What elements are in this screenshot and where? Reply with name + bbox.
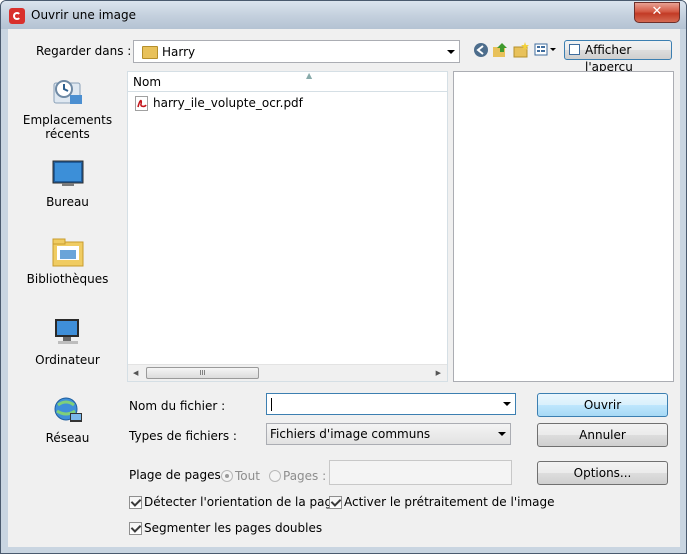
preprocess-checkbox[interactable]	[329, 496, 342, 509]
scroll-left-icon[interactable]: ◀	[133, 369, 138, 377]
radio-pages[interactable]	[269, 470, 281, 482]
title-bar[interactable]: Ouvrir une image ✕	[1, 1, 686, 29]
dialog-body: Regarder dans : Harry Afficher l'aperçu	[8, 29, 680, 547]
lookin-combo[interactable]: Harry	[133, 40, 460, 63]
radio-pages-label: Pages :	[283, 469, 327, 483]
lookin-label: Regarder dans :	[36, 44, 132, 58]
app-icon	[9, 8, 25, 24]
folder-icon	[142, 46, 158, 59]
places-bar: Emplacements récents Bureau Bibliothèque…	[8, 69, 127, 489]
open-image-dialog: Ouvrir une image ✕ Regarder dans : Harry…	[0, 0, 687, 554]
options-button-label: Options...	[573, 466, 632, 480]
cancel-button[interactable]: Annuler	[537, 423, 668, 447]
recent-places-icon	[52, 77, 84, 109]
orientation-checkbox[interactable]	[129, 496, 142, 509]
scroll-grip: III	[199, 369, 206, 377]
place-libraries[interactable]: Bibliothèques	[8, 236, 127, 286]
column-header-name[interactable]: Nom ▲	[128, 71, 447, 92]
cancel-button-label: Annuler	[579, 428, 626, 442]
preview-pane-icon	[569, 44, 580, 55]
place-label: Bibliothèques	[26, 272, 109, 286]
place-label: Ordinateur	[35, 353, 100, 367]
chevron-down-icon[interactable]	[498, 432, 506, 436]
network-icon	[52, 395, 84, 427]
chevron-down-icon[interactable]	[503, 402, 511, 406]
pagerange-label: Plage de pages :	[129, 468, 229, 482]
lookin-value: Harry	[162, 45, 196, 59]
place-label: Bureau	[46, 195, 89, 209]
pages-input[interactable]	[329, 460, 512, 485]
new-folder-icon[interactable]	[513, 42, 529, 58]
desktop-icon	[52, 159, 84, 191]
window-title: Ouvrir une image	[31, 8, 136, 22]
text-caret	[271, 398, 272, 411]
close-button[interactable]: ✕	[634, 2, 680, 23]
place-label: Emplacements	[22, 113, 113, 127]
scroll-right-icon[interactable]: ▶	[436, 369, 441, 377]
split-pages-checkbox[interactable]	[129, 522, 142, 535]
preprocess-label: Activer le prétraitement de l'image	[344, 495, 555, 509]
show-preview-button[interactable]: Afficher l'aperçu	[564, 40, 672, 74]
filetype-select[interactable]: Fichiers d'image communs	[266, 423, 511, 445]
filename-combo[interactable]	[266, 393, 516, 415]
place-network[interactable]: Réseau	[8, 395, 127, 445]
place-label: Réseau	[45, 431, 90, 445]
horizontal-scrollbar[interactable]: ◀ III ▶	[128, 364, 447, 381]
place-computer[interactable]: Ordinateur	[8, 317, 127, 367]
place-label: récents	[45, 127, 90, 141]
place-recent[interactable]: Emplacements récents	[8, 77, 127, 141]
up-folder-icon[interactable]	[492, 42, 508, 58]
orientation-label: Détecter l'orientation de la page	[144, 495, 340, 509]
pdf-icon	[135, 96, 148, 111]
split-pages-label: Segmenter les pages doubles	[144, 521, 323, 535]
filetype-label: Types de fichiers :	[129, 429, 237, 443]
options-button[interactable]: Options...	[537, 461, 668, 485]
back-icon[interactable]	[473, 42, 489, 58]
column-header-label: Nom	[133, 75, 162, 89]
libraries-icon	[52, 236, 84, 268]
filename-label-text: Nom du fichier :	[129, 399, 226, 413]
filetype-value: Fichiers d'image communs	[270, 427, 431, 441]
open-button[interactable]: Ouvrir	[537, 393, 668, 417]
chevron-down-icon[interactable]	[447, 49, 455, 54]
computer-icon	[52, 317, 84, 349]
place-desktop[interactable]: Bureau	[8, 159, 127, 209]
filename-label: Nom du fichier :	[129, 399, 225, 413]
scroll-thumb[interactable]: III	[146, 367, 259, 379]
preview-pane	[453, 71, 674, 382]
file-list[interactable]: Nom ▲ harry_ile_volupte_ocr.pdf ◀ III ▶	[127, 71, 448, 382]
sort-arrow-icon: ▲	[306, 71, 313, 80]
open-button-label: Ouvrir	[583, 398, 622, 412]
radio-all-label: Tout	[235, 469, 260, 483]
file-name: harry_ile_volupte_ocr.pdf	[153, 96, 303, 110]
view-menu-icon[interactable]	[534, 42, 558, 58]
radio-all[interactable]	[221, 470, 233, 482]
